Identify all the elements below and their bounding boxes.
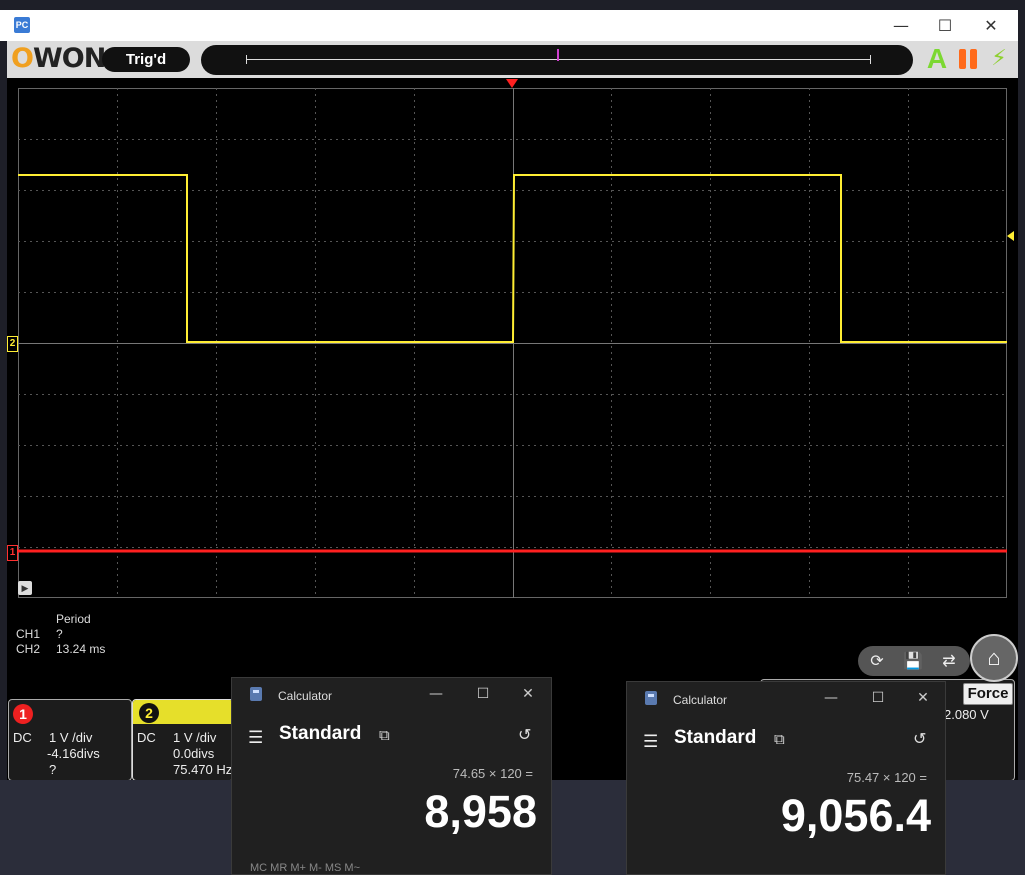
history-icon[interactable]: ↺ bbox=[518, 725, 531, 744]
measurement-header: Period bbox=[56, 612, 91, 626]
calculator-title: Calculator bbox=[673, 693, 728, 707]
auto-trigger-button[interactable]: A bbox=[925, 43, 949, 75]
ch1-number-badge: 1 bbox=[13, 704, 33, 724]
ch2-coupling: DC bbox=[137, 730, 156, 745]
ch2-scale: 1 V /div bbox=[173, 730, 217, 745]
autoset-icon[interactable]: ⟳ bbox=[866, 651, 888, 673]
history-icon[interactable]: ↺ bbox=[913, 729, 926, 748]
memory-buttons-row[interactable]: MC MR M+ M- MS M~ bbox=[250, 862, 360, 874]
calculator-app-icon bbox=[250, 687, 262, 701]
app-icon: PC bbox=[14, 17, 30, 33]
ch2-number-badge: 2 bbox=[139, 703, 159, 723]
save-icon[interactable]: 💾 bbox=[902, 651, 924, 673]
timebase-position-bar[interactable] bbox=[201, 45, 913, 75]
pause-button[interactable] bbox=[959, 49, 979, 69]
ch1-ground-marker[interactable]: 1 bbox=[7, 545, 18, 561]
measurement-ch2-label: CH2 bbox=[16, 642, 41, 656]
calculator-result: 8,958 bbox=[424, 786, 537, 837]
calc-maximize-button[interactable]: ☐ bbox=[471, 684, 495, 704]
ch1-offset: -4.16divs bbox=[47, 746, 100, 761]
maximize-button[interactable]: ☐ bbox=[930, 14, 960, 38]
run-icon[interactable]: ⚡ bbox=[989, 45, 1009, 73]
calculator-title: Calculator bbox=[278, 689, 333, 703]
logo-o: O bbox=[11, 43, 34, 74]
calc-close-button[interactable]: ✕ bbox=[516, 684, 540, 704]
calculator-mode-title: Standard bbox=[279, 723, 362, 744]
calculator-window-1: Calculator — ☐ ✕ ☰ Standard ⧉ ↺ 74.65 × … bbox=[231, 677, 552, 875]
ch1-frequency: ? bbox=[49, 762, 57, 777]
waveform-display bbox=[18, 88, 1007, 598]
scope-toolbar: OWON Trig'd A ⚡ bbox=[7, 41, 1018, 78]
calc-close-button[interactable]: ✕ bbox=[911, 688, 935, 708]
title-bar: PC — ☐ ✕ bbox=[0, 10, 1018, 41]
home-icon[interactable]: ⌂ bbox=[970, 634, 1018, 682]
ch1-scale: 1 V /div bbox=[49, 730, 93, 745]
ch2-offset: 0.0divs bbox=[173, 746, 215, 761]
calculator-app-icon bbox=[645, 691, 657, 705]
calculator-result: 9,056.4 bbox=[780, 790, 931, 841]
pause-bar-right bbox=[970, 49, 977, 69]
calc-maximize-button[interactable]: ☐ bbox=[866, 688, 890, 708]
play-icon[interactable]: ▶ bbox=[18, 581, 32, 595]
ch2-settings-panel[interactable]: 2 DC 1 V /div 0.0divs 75.470 Hz bbox=[132, 699, 234, 781]
close-button[interactable]: ✕ bbox=[976, 14, 1006, 38]
timeline-right-cap bbox=[870, 55, 871, 64]
calculator-mode-title: Standard bbox=[674, 727, 757, 748]
trigger-level-arrow-icon[interactable] bbox=[1007, 231, 1014, 241]
desktop-edge-top bbox=[0, 0, 1025, 10]
menu-icon[interactable]: ☰ bbox=[248, 728, 263, 748]
calculator-expression: 74.65 × 120 = bbox=[452, 766, 533, 781]
ch2-ground-marker[interactable]: 2 bbox=[7, 336, 18, 352]
ch2-panel-header: 2 bbox=[133, 700, 233, 724]
trigger-level-value: 2.080 V bbox=[944, 707, 989, 722]
measurement-ch2-value: 13.24 ms bbox=[56, 642, 106, 656]
measurement-ch1-label: CH1 bbox=[16, 627, 41, 641]
ch1-coupling: DC bbox=[13, 730, 32, 745]
ch2-frequency: 75.470 Hz bbox=[173, 762, 233, 777]
measurement-ch1-value: ? bbox=[56, 627, 63, 641]
owon-logo: OWON bbox=[11, 43, 106, 74]
force-trigger-button[interactable]: Force bbox=[963, 683, 1013, 705]
calc-minimize-button[interactable]: — bbox=[424, 684, 448, 704]
trigger-position-marker[interactable] bbox=[557, 49, 559, 61]
desktop-edge-right bbox=[1018, 0, 1025, 873]
trigger-status-badge: Trig'd bbox=[102, 47, 190, 72]
minimize-button[interactable]: — bbox=[886, 14, 916, 38]
menu-icon[interactable]: ☰ bbox=[643, 732, 658, 752]
calculator-window-2: Calculator — ☐ ✕ ☰ Standard ⧉ ↺ 75.47 × … bbox=[626, 681, 946, 875]
quick-action-bar: ⟳ 💾 ⇄ bbox=[858, 646, 970, 676]
keep-on-top-icon[interactable]: ⧉ bbox=[774, 730, 785, 748]
keep-on-top-icon[interactable]: ⧉ bbox=[379, 726, 390, 744]
calculator-expression: 75.47 × 120 = bbox=[846, 770, 927, 785]
ch1-settings-panel[interactable]: 1 DC 1 V /div -4.16divs ? bbox=[8, 699, 132, 781]
logo-text: WON bbox=[32, 43, 106, 74]
swap-icon[interactable]: ⇄ bbox=[938, 651, 960, 673]
calc-minimize-button[interactable]: — bbox=[819, 688, 843, 708]
pause-bar-left bbox=[959, 49, 966, 69]
trigger-position-arrow-icon[interactable] bbox=[506, 79, 518, 88]
timeline-left-cap bbox=[246, 55, 247, 64]
desktop-edge-left bbox=[0, 0, 7, 873]
